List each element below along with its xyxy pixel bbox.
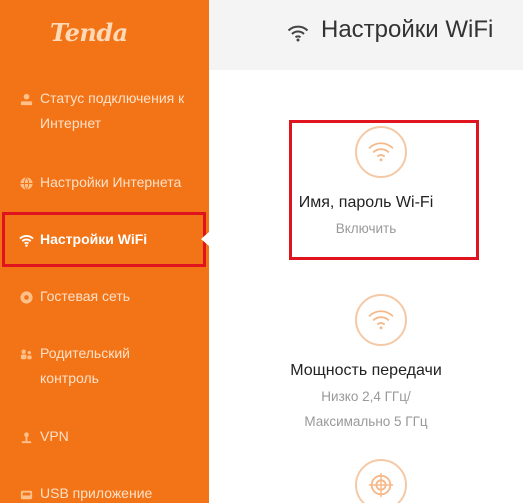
sidebar-item-label: Настройки Интернета (40, 174, 182, 190)
brand-logo: Tenda (50, 18, 128, 47)
sidebar-item-parental-control[interactable]: Родительский контроль (0, 341, 209, 391)
highlight-frame (289, 120, 479, 260)
sidebar-item-internet-settings[interactable]: Настройки Интернета (0, 170, 209, 195)
card-title: Мощность передачи (290, 362, 442, 379)
guest-network-icon (18, 289, 34, 305)
vpn-icon (18, 429, 34, 445)
sidebar: Tenda Статус подключения к Интернет Наст… (0, 0, 209, 503)
target-icon (355, 459, 407, 503)
sidebar-item-label: Статус подключения к (40, 90, 185, 106)
sidebar-item-guest-network[interactable]: Гостевая сеть (0, 284, 209, 309)
active-indicator-arrow (201, 232, 209, 246)
globe-status-icon (18, 91, 34, 107)
parental-control-icon (18, 346, 34, 362)
highlight-frame (2, 212, 206, 267)
transmit-power-card[interactable]: Мощность передачи Низко 2,4 ГГц/ Максима… (209, 270, 523, 440)
sidebar-item-label: Интернет (40, 115, 102, 131)
more-settings-card[interactable] (209, 455, 523, 503)
sidebar-item-label: VPN (40, 428, 69, 444)
card-status: Максимально 5 ГГц (304, 414, 428, 429)
main-content: Настройки WiFi Имя, пароль Wi-Fi Включит… (209, 0, 523, 503)
wifi-power-icon (355, 294, 407, 346)
sidebar-item-vpn[interactable]: VPN (0, 424, 209, 449)
router-admin-app: Tenda Статус подключения к Интернет Наст… (0, 0, 523, 503)
sidebar-item-usb[interactable]: USB приложение (0, 481, 209, 503)
sidebar-item-label: USB приложение (40, 485, 153, 501)
sidebar-item-connection-status[interactable]: Статус подключения к Интернет (0, 86, 209, 136)
globe-icon (18, 175, 34, 191)
card-status: Низко 2,4 ГГц/ (321, 389, 411, 404)
sidebar-item-label: Гостевая сеть (40, 288, 131, 304)
sidebar-item-label: Родительский (40, 345, 130, 361)
usb-icon (18, 486, 34, 502)
sidebar-item-label: контроль (40, 370, 99, 386)
